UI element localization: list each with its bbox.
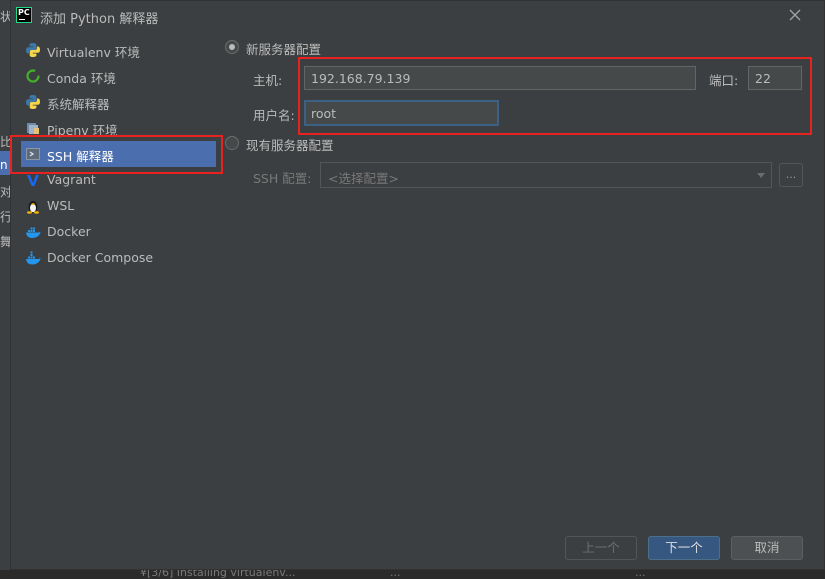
- dialog-titlebar: PC 添加 Python 解释器: [11, 1, 824, 31]
- docker-icon: [26, 227, 41, 238]
- background-fragment: 比: [0, 135, 10, 149]
- ssh-config-label: SSH 配置:: [253, 171, 312, 186]
- sidebar-item-ssh-interpreter[interactable]: SSH 解释器: [21, 141, 216, 167]
- sidebar-item-label: Virtualenv 环境: [47, 45, 140, 60]
- ssh-config-value: <选择配置>: [328, 171, 399, 186]
- cancel-button[interactable]: 取消: [731, 536, 803, 560]
- sidebar-item-system-interpreter[interactable]: 系统解释器: [21, 89, 216, 115]
- python-icon: [26, 43, 40, 57]
- ssh-config-select[interactable]: <选择配置>: [320, 162, 772, 188]
- sidebar-item-docker-compose[interactable]: Docker Compose: [21, 245, 216, 271]
- sidebar-item-label: SSH 解释器: [47, 149, 114, 164]
- port-input[interactable]: [748, 66, 802, 90]
- background-fragment: 对: [0, 185, 10, 199]
- background-fragment: n: [0, 158, 8, 172]
- browse-button[interactable]: ...: [779, 163, 803, 187]
- host-label: 主机:: [253, 73, 283, 88]
- sidebar-item-vagrant[interactable]: Vagrant: [21, 167, 216, 193]
- sidebar-item-label: Vagrant: [47, 172, 96, 187]
- background-fragment: 状: [0, 10, 10, 24]
- new-server-radio[interactable]: [225, 40, 239, 54]
- sidebar-item-label: 系统解释器: [47, 97, 110, 112]
- sidebar-item-label: Docker: [47, 224, 91, 239]
- background-app-panel: 状 比 n 对 行 舞: [0, 0, 10, 578]
- dialog-title: 添加 Python 解释器: [40, 12, 159, 27]
- host-input[interactable]: [304, 66, 696, 90]
- sidebar-item-docker[interactable]: Docker: [21, 219, 216, 245]
- background-fragment: 舞: [0, 235, 10, 249]
- port-label: 端口:: [709, 73, 739, 88]
- sidebar-item-virtualenv[interactable]: Virtualenv 环境: [21, 37, 216, 63]
- background-fragment: 行: [0, 210, 10, 224]
- pipenv-icon: [27, 123, 39, 134]
- app-icon-text: PC: [18, 8, 30, 17]
- sidebar-item-wsl[interactable]: WSL: [21, 193, 216, 219]
- add-python-interpreter-dialog: PC 添加 Python 解释器 Virtualenv 环境 Conda 环境: [10, 0, 825, 570]
- terminal-icon: [26, 148, 40, 160]
- sidebar-item-label: WSL: [47, 198, 75, 213]
- username-label: 用户名:: [253, 108, 295, 123]
- existing-server-radio[interactable]: [225, 136, 239, 150]
- sidebar-item-pipenv[interactable]: Pipenv 环境: [21, 115, 216, 141]
- username-input[interactable]: [304, 100, 499, 126]
- previous-button[interactable]: 上一个: [565, 536, 637, 560]
- close-icon: [789, 9, 801, 21]
- vagrant-icon: [27, 175, 39, 186]
- new-server-label: 新服务器配置: [246, 42, 322, 57]
- docker-compose-icon: [26, 251, 41, 265]
- pycharm-icon: PC: [16, 7, 32, 23]
- next-button[interactable]: 下一个: [648, 536, 720, 560]
- sidebar-item-conda[interactable]: Conda 环境: [21, 63, 216, 89]
- sidebar-item-label: Conda 环境: [47, 71, 116, 86]
- chevron-down-icon: [757, 173, 765, 178]
- sidebar-item-label: Pipenv 环境: [47, 123, 118, 138]
- background-app-bottom: ¥[3/6] Installing virtualenv... ... ...: [0, 566, 825, 579]
- python-icon: [26, 95, 40, 109]
- conda-icon: [26, 69, 40, 83]
- close-button[interactable]: [786, 6, 804, 24]
- existing-server-label: 现有服务器配置: [246, 138, 334, 153]
- sidebar-item-label: Docker Compose: [47, 250, 154, 265]
- linux-icon: [27, 201, 39, 214]
